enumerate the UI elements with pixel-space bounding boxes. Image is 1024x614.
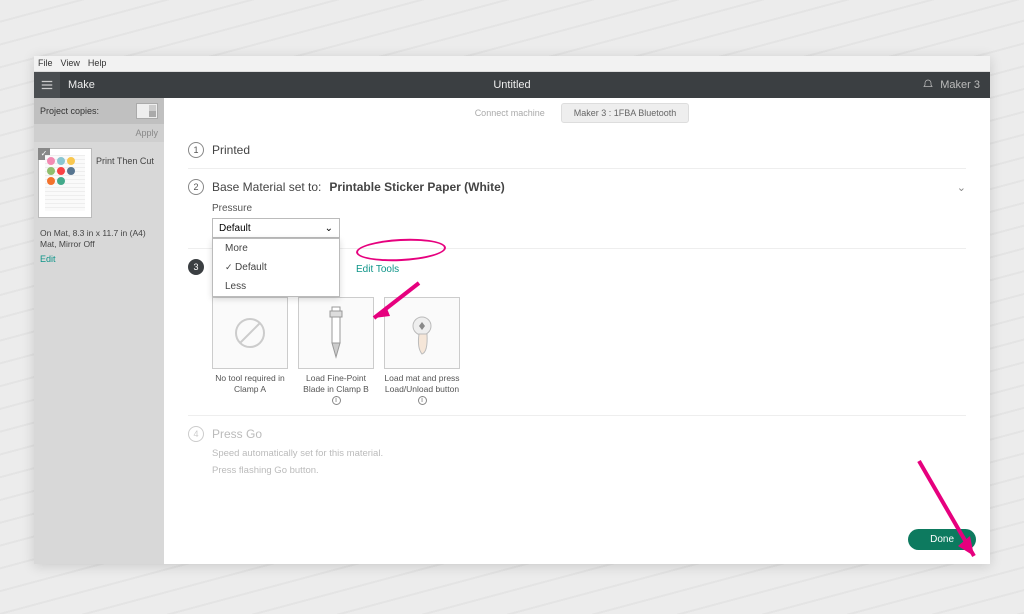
tool-card-a: No tool required in Clamp A (212, 297, 288, 405)
done-button[interactable]: Done (908, 529, 976, 550)
menu-help[interactable]: Help (88, 58, 107, 69)
hamburger-button[interactable] (34, 72, 60, 98)
info-icon[interactable]: i (332, 396, 341, 405)
tool-b-caption: Load Fine-Point Blade in Clamp B i (298, 373, 374, 405)
menu-bar: File View Help (34, 56, 990, 72)
sidebar: Project copies: Apply Print Then Cut On … (34, 98, 164, 564)
tool-c-caption: Load mat and press Load/Unload button i (384, 373, 460, 405)
copies-stepper[interactable] (136, 103, 158, 119)
device-pill[interactable]: Maker 3 : 1FBA Bluetooth (561, 103, 690, 123)
step-4-title: Press Go (212, 427, 262, 441)
project-title: Untitled (493, 79, 530, 91)
mat-thumbnail[interactable] (38, 148, 92, 218)
step-4-badge: 4 (188, 426, 204, 442)
blade-icon (316, 303, 356, 363)
tool-card-c: Load mat and press Load/Unload button i (384, 297, 460, 405)
pressure-option-more[interactable]: More (213, 239, 339, 258)
step-3-badge: 3 (188, 259, 204, 275)
step-2-material: Printable Sticker Paper (White) (329, 180, 504, 194)
menu-file[interactable]: File (38, 58, 53, 69)
pressure-option-default[interactable]: Default (213, 258, 339, 277)
tool-card-b: Load Fine-Point Blade in Clamp B i (298, 297, 374, 405)
step-1-title: Printed (212, 143, 250, 157)
pressure-label: Pressure (212, 203, 966, 214)
copies-label: Project copies: (40, 106, 99, 116)
connect-machine-button[interactable]: Connect machine (465, 104, 555, 122)
device-label[interactable]: Maker 3 (940, 79, 980, 91)
step-2-badge: 2 (188, 179, 204, 195)
menu-icon (40, 78, 54, 92)
pressure-option-less[interactable]: Less (213, 277, 339, 296)
top-bar: Make Untitled Maker 3 (34, 72, 990, 98)
step-4-line-1: Speed automatically set for this materia… (212, 448, 966, 459)
menu-view[interactable]: View (61, 58, 80, 69)
info-icon[interactable]: i (418, 396, 427, 405)
app-window: File View Help Make Untitled Maker 3 Pro… (34, 56, 990, 564)
step-1-badge: 1 (188, 142, 204, 158)
bell-icon[interactable] (922, 79, 934, 91)
edit-tools-link[interactable]: Edit Tools (356, 264, 399, 275)
chevron-down-icon: ⌄ (325, 223, 333, 234)
pressure-dropdown: More Default Less (212, 238, 340, 297)
make-label: Make (68, 79, 95, 91)
main-panel: Connect machine Maker 3 : 1FBA Bluetooth… (164, 98, 990, 564)
step-base-material[interactable]: 2 Base Material set to: Printable Sticke… (188, 169, 966, 249)
apply-button[interactable]: Apply (34, 124, 164, 142)
step-4-line-2: Press flashing Go button. (212, 465, 966, 476)
mode-label: Print Then Cut (96, 148, 154, 218)
pressure-select[interactable]: Default ⌄ (212, 218, 340, 238)
step-2-prefix: Base Material set to: (212, 180, 321, 194)
project-copies-row: Project copies: (34, 98, 164, 124)
pressure-value: Default (219, 223, 251, 234)
no-tool-icon (230, 313, 270, 353)
press-button-icon (397, 308, 447, 358)
step-printed: 1 Printed (188, 132, 966, 169)
tool-a-caption: No tool required in Clamp A (212, 373, 288, 394)
chevron-down-icon[interactable]: ⌄ (957, 181, 966, 194)
edit-link[interactable]: Edit (34, 254, 164, 264)
mat-info: On Mat, 8.3 in x 11.7 in (A4) Mat, Mirro… (34, 224, 164, 254)
step-press-go: 4 Press Go Speed automatically set for t… (188, 416, 966, 486)
